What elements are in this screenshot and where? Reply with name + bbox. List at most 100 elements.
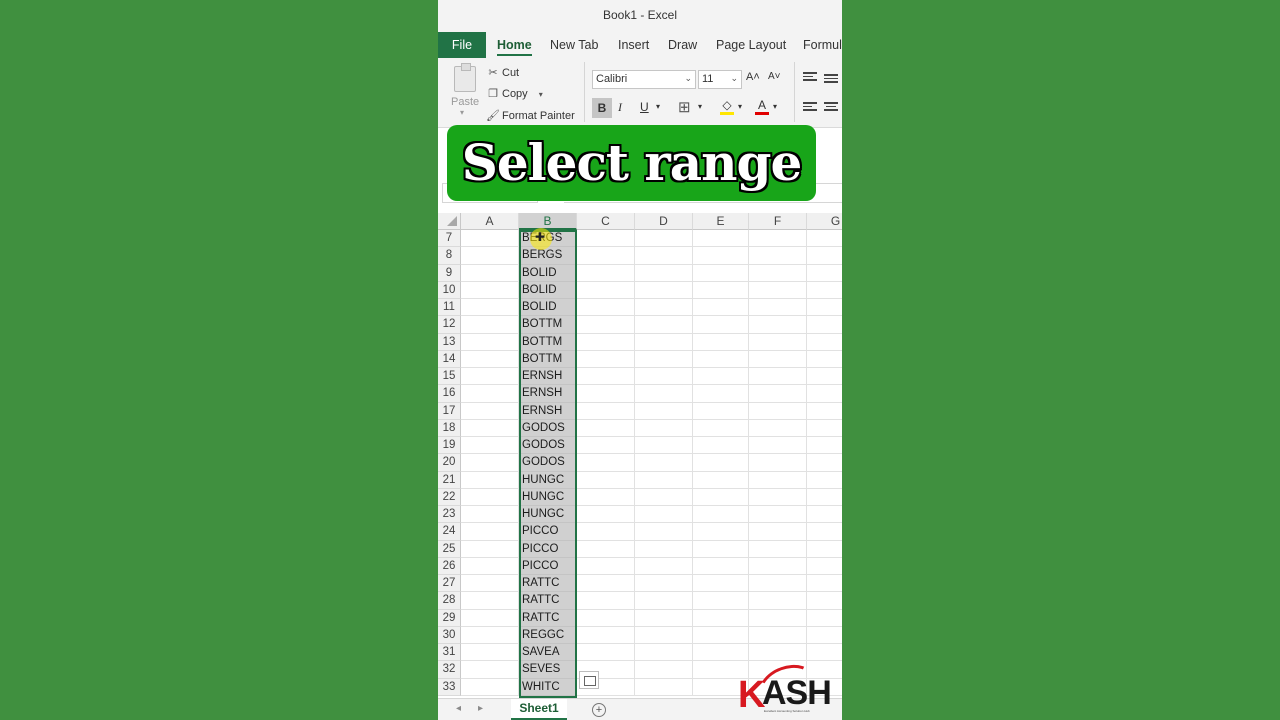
cell[interactable] xyxy=(749,644,807,662)
shrink-font-button[interactable]: A˅ xyxy=(768,71,781,82)
cell[interactable] xyxy=(807,282,842,299)
cell[interactable] xyxy=(807,385,842,403)
chevron-down-icon[interactable]: ▾ xyxy=(773,102,777,111)
cell[interactable] xyxy=(635,661,693,679)
row-header[interactable]: 23 xyxy=(438,506,461,524)
cell-b[interactable]: PICCO xyxy=(519,523,577,541)
cell[interactable] xyxy=(749,626,807,644)
borders-icon[interactable]: ⊞ xyxy=(678,98,691,116)
cell[interactable] xyxy=(635,488,693,506)
row-header[interactable]: 31 xyxy=(438,644,461,662)
cell[interactable] xyxy=(693,609,749,627)
cell[interactable] xyxy=(635,419,693,437)
cell[interactable] xyxy=(635,592,693,610)
row-header[interactable]: 29 xyxy=(438,609,461,627)
cell[interactable] xyxy=(749,299,807,317)
cell[interactable] xyxy=(693,368,749,386)
chevron-down-icon[interactable]: ▾ xyxy=(539,90,543,99)
cell[interactable] xyxy=(577,350,635,368)
cell[interactable] xyxy=(749,506,807,524)
cell-b[interactable]: BOTTM xyxy=(519,316,577,334)
cell-b[interactable]: GODOS xyxy=(519,419,577,437)
cell[interactable] xyxy=(807,420,842,437)
worksheet-grid[interactable]: A B C D E F G 7BERGS8BERGS9BOLID10BOLID1… xyxy=(438,213,842,698)
italic-button[interactable]: I xyxy=(618,100,622,115)
grow-font-button[interactable]: A˄ xyxy=(746,71,760,83)
cell[interactable] xyxy=(635,437,693,455)
cell[interactable] xyxy=(577,557,635,575)
cell[interactable] xyxy=(749,575,807,593)
chevron-down-icon[interactable]: ▾ xyxy=(738,102,742,111)
cell[interactable] xyxy=(461,419,519,437)
row-header[interactable]: 9 xyxy=(438,264,461,282)
cell[interactable] xyxy=(461,471,519,489)
cell[interactable] xyxy=(635,678,693,696)
cell[interactable] xyxy=(693,385,749,403)
cell-b[interactable]: GODOS xyxy=(519,437,577,455)
cell[interactable] xyxy=(635,471,693,489)
cell[interactable] xyxy=(577,264,635,282)
cell[interactable] xyxy=(635,264,693,282)
cell[interactable] xyxy=(577,316,635,334)
cell[interactable] xyxy=(461,385,519,403)
cell[interactable] xyxy=(577,488,635,506)
add-sheet-icon[interactable]: + xyxy=(592,703,606,717)
cell[interactable] xyxy=(807,265,842,282)
cell[interactable] xyxy=(461,299,519,317)
cell[interactable] xyxy=(807,368,842,386)
cell[interactable] xyxy=(807,489,842,506)
cell-b[interactable]: GODOS xyxy=(519,454,577,472)
cell-b[interactable]: RATTC xyxy=(519,592,577,610)
column-header-g[interactable]: G xyxy=(807,213,842,230)
font-name-select[interactable]: Calibri ⌄ xyxy=(592,70,696,89)
cell[interactable] xyxy=(577,368,635,386)
cell[interactable] xyxy=(635,385,693,403)
cell[interactable] xyxy=(693,644,749,662)
cell[interactable] xyxy=(749,419,807,437)
cell[interactable] xyxy=(461,540,519,558)
cell[interactable] xyxy=(461,281,519,299)
font-color-icon[interactable]: A xyxy=(755,98,769,115)
cell[interactable] xyxy=(749,471,807,489)
align-left-icon[interactable] xyxy=(803,102,817,112)
cell[interactable] xyxy=(693,540,749,558)
cell[interactable] xyxy=(577,506,635,524)
cell-b[interactable]: RATTC xyxy=(519,575,577,593)
cell-b[interactable]: PICCO xyxy=(519,540,577,558)
cell[interactable] xyxy=(635,523,693,541)
cell[interactable] xyxy=(461,402,519,420)
row-header[interactable]: 15 xyxy=(438,368,461,386)
cell[interactable] xyxy=(461,506,519,524)
cell[interactable] xyxy=(693,333,749,351)
cell-b[interactable]: RATTC xyxy=(519,609,577,627)
cell[interactable] xyxy=(693,419,749,437)
cell[interactable] xyxy=(749,350,807,368)
cell[interactable] xyxy=(807,437,842,455)
column-header-a[interactable]: A xyxy=(461,213,519,230)
cell[interactable] xyxy=(635,626,693,644)
cell[interactable] xyxy=(635,281,693,299)
column-header-f[interactable]: F xyxy=(749,213,807,230)
row-header[interactable]: 14 xyxy=(438,350,461,368)
cell-b[interactable]: BERGS xyxy=(519,247,577,265)
row-header[interactable]: 22 xyxy=(438,488,461,506)
tab-draw[interactable]: Draw xyxy=(668,32,697,58)
cell[interactable] xyxy=(807,506,842,524)
row-header[interactable]: 32 xyxy=(438,661,461,679)
cell[interactable] xyxy=(693,471,749,489)
cell[interactable] xyxy=(577,592,635,610)
cell[interactable] xyxy=(577,626,635,644)
cell[interactable] xyxy=(807,334,842,351)
column-header-e[interactable]: E xyxy=(693,213,749,230)
cell[interactable] xyxy=(577,230,635,248)
tab-formulas[interactable]: Formul xyxy=(803,32,842,58)
cell-b[interactable]: BOTTM xyxy=(519,333,577,351)
row-header[interactable]: 21 xyxy=(438,471,461,489)
cell-b[interactable]: PICCO xyxy=(519,557,577,575)
scroll-left-icon[interactable]: ◂ xyxy=(456,703,461,714)
column-header-c[interactable]: C xyxy=(577,213,635,230)
cell-b[interactable]: BOTTM xyxy=(519,350,577,368)
paste-label[interactable]: Paste xyxy=(451,96,479,108)
format-painter-button[interactable]: 🖌 Format Painter xyxy=(486,109,575,122)
cell[interactable] xyxy=(461,333,519,351)
